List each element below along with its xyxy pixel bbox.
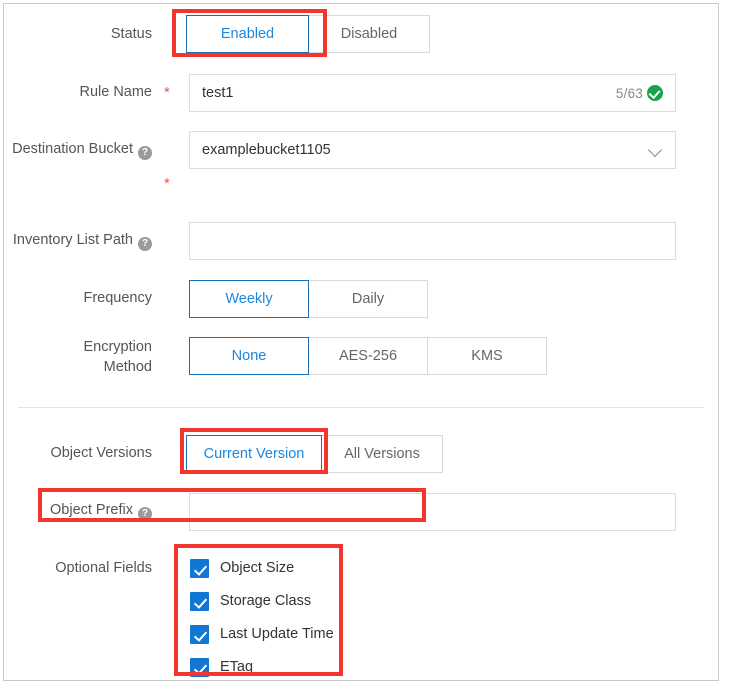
object-versions-segmented-control[interactable]: Current Version All Versions (186, 435, 443, 473)
encryption-method-label-line2: Method (103, 359, 152, 375)
status-option-enabled[interactable]: Enabled (186, 15, 309, 53)
encryption-method-segmented-control[interactable]: None AES-256 KMS (189, 337, 547, 375)
section-divider (18, 407, 704, 408)
rule-name-value: test1 (202, 85, 234, 101)
question-mark-icon[interactable]: ? (138, 237, 152, 251)
question-mark-icon[interactable]: ? (138, 146, 152, 160)
inventory-list-path-label: Inventory List Path? (4, 231, 152, 251)
encryption-option-aes256[interactable]: AES-256 (308, 337, 428, 375)
optional-field-etag[interactable]: ETag (190, 656, 253, 678)
object-prefix-label: Object Prefix? (4, 501, 152, 521)
optional-field-label: Object Size (220, 560, 295, 576)
rule-name-label: Rule Name (79, 84, 152, 100)
rule-name-required-marker: * (164, 84, 170, 101)
encryption-method-label-line1: Encryption (83, 339, 152, 355)
destination-bucket-value: examplebucket1105 (202, 142, 331, 158)
object-versions-label: Object Versions (50, 445, 152, 461)
rule-name-input[interactable]: test1 5/63 (189, 74, 676, 112)
encryption-option-none[interactable]: None (189, 337, 309, 375)
optional-field-label: ETag (220, 659, 254, 675)
checkbox-checked-icon[interactable] (190, 624, 209, 644)
frequency-option-daily[interactable]: Daily (308, 280, 428, 318)
chevron-down-icon[interactable] (649, 143, 663, 157)
optional-fields-label: Optional Fields (55, 560, 152, 576)
destination-bucket-required-marker: * (164, 175, 170, 192)
object-prefix-input[interactable] (189, 493, 676, 531)
optional-field-label: Storage Class (220, 593, 312, 609)
destination-bucket-label: Destination Bucket? (4, 140, 152, 160)
optional-field-storage-class[interactable]: Storage Class (190, 590, 311, 612)
rule-name-counter: 5/63 (615, 85, 643, 101)
frequency-option-weekly[interactable]: Weekly (189, 280, 309, 318)
optional-field-last-update-time[interactable]: Last Update Time (190, 623, 334, 645)
question-mark-icon[interactable]: ? (138, 507, 152, 521)
check-circle-icon (647, 85, 663, 101)
checkbox-checked-icon[interactable] (190, 591, 209, 611)
object-versions-option-all[interactable]: All Versions (321, 435, 443, 473)
status-label: Status (110, 26, 152, 42)
optional-field-label: Last Update Time (220, 626, 334, 642)
checkbox-checked-icon[interactable] (190, 558, 209, 578)
object-prefix-label-text: Object Prefix (50, 502, 133, 518)
inventory-list-path-input[interactable] (189, 222, 676, 260)
status-segmented-control[interactable]: Enabled Disabled (186, 15, 430, 53)
checkbox-checked-icon[interactable] (190, 657, 209, 677)
object-versions-option-current[interactable]: Current Version (186, 435, 322, 473)
frequency-segmented-control[interactable]: Weekly Daily (189, 280, 428, 318)
status-option-disabled[interactable]: Disabled (308, 15, 430, 53)
inventory-rule-form-page: Status Enabled Disabled Rule Name * test… (0, 0, 729, 688)
form-panel: Status Enabled Disabled Rule Name * test… (3, 3, 719, 681)
encryption-method-label: Encryption Method (4, 337, 152, 377)
encryption-option-kms[interactable]: KMS (427, 337, 547, 375)
destination-bucket-select[interactable]: examplebucket1105 (189, 131, 676, 169)
inventory-list-path-label-text: Inventory List Path (12, 232, 133, 248)
destination-bucket-label-text: Destination Bucket (12, 141, 133, 157)
frequency-label: Frequency (83, 290, 152, 306)
optional-field-object-size[interactable]: Object Size (190, 557, 294, 579)
